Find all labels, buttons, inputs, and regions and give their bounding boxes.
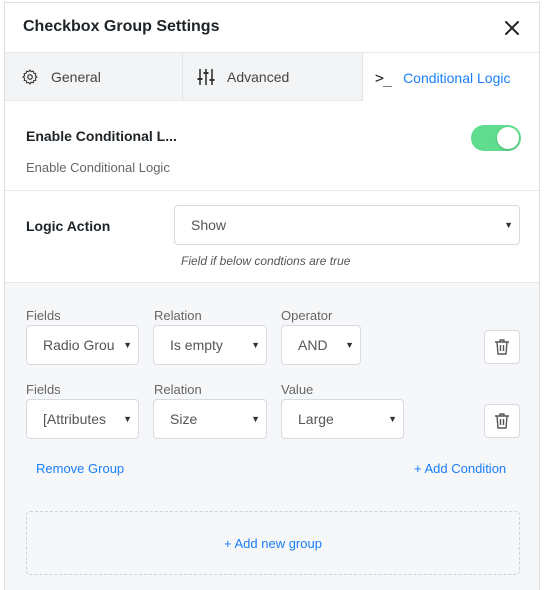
condition-relation-value: Is empty	[170, 337, 223, 353]
condition-field-select[interactable]: Radio Grou ▼	[26, 325, 139, 365]
condition-field-value: [Attributes	[43, 411, 107, 427]
caret-down-icon: ▼	[119, 414, 132, 424]
caret-down-icon: ▼	[247, 340, 260, 350]
tab-general-label: General	[51, 69, 101, 85]
logic-action-select[interactable]: Show ▼	[174, 205, 520, 245]
terminal-icon: >_	[375, 68, 392, 87]
tab-bar: General Advanced >_ Conditional Logic	[5, 53, 539, 102]
tab-general[interactable]: General	[5, 53, 183, 101]
condition-value-label: Value	[281, 382, 314, 397]
condition-relation-label: Relation	[154, 382, 202, 397]
add-new-group-button[interactable]: + Add new group	[26, 511, 520, 575]
caret-down-icon: ▼	[119, 340, 132, 350]
add-new-group-label: + Add new group	[224, 535, 322, 551]
caret-down-icon: ▼	[247, 414, 260, 424]
trash-icon	[495, 339, 509, 355]
logic-action-hint: Field if below condtions are true	[181, 254, 351, 268]
condition-operator-value: AND	[298, 337, 328, 353]
condition-field-label: Fields	[26, 382, 61, 397]
delete-condition-button[interactable]	[484, 404, 520, 438]
tab-advanced[interactable]: Advanced	[183, 53, 363, 101]
toggle-knob	[497, 127, 519, 149]
remove-group-link[interactable]: Remove Group	[36, 461, 124, 476]
tab-conditional-logic[interactable]: >_ Conditional Logic	[363, 53, 539, 102]
enable-conditional-logic-help: Enable Conditional Logic	[26, 160, 170, 175]
tab-conditional-logic-label: Conditional Logic	[403, 69, 511, 86]
enable-conditional-logic-toggle[interactable]	[471, 125, 521, 151]
logic-action-label: Logic Action	[26, 218, 111, 234]
panel-header: Checkbox Group Settings	[5, 3, 539, 53]
close-icon[interactable]	[503, 19, 521, 37]
sliders-icon	[197, 69, 215, 85]
gear-icon	[22, 69, 38, 85]
condition-operator-select[interactable]: AND ▼	[281, 325, 361, 365]
add-condition-link[interactable]: + Add Condition	[414, 461, 506, 476]
condition-relation-select[interactable]: Is empty ▼	[153, 325, 267, 365]
condition-field-value: Radio Grou	[43, 337, 115, 353]
settings-panel: Checkbox Group Settings General Advanced…	[4, 2, 540, 590]
logic-action-section: Logic Action Show ▼ Field if below condt…	[5, 191, 539, 283]
tab-advanced-label: Advanced	[227, 69, 290, 85]
condition-relation-select[interactable]: Size ▼	[153, 399, 267, 439]
panel-title: Checkbox Group Settings	[23, 18, 220, 35]
caret-down-icon: ▼	[341, 340, 354, 350]
condition-value-select[interactable]: Large ▼	[281, 399, 404, 439]
condition-field-label: Fields	[26, 308, 61, 323]
caret-down-icon: ▼	[384, 414, 397, 424]
condition-relation-label: Relation	[154, 308, 202, 323]
enable-conditional-logic-section: Enable Conditional L... Enable Condition…	[5, 101, 539, 191]
delete-condition-button[interactable]	[484, 330, 520, 364]
enable-conditional-logic-label: Enable Conditional L...	[26, 128, 177, 144]
condition-relation-value: Size	[170, 411, 198, 427]
trash-icon	[495, 413, 509, 429]
condition-value-value: Large	[298, 411, 334, 427]
condition-field-select[interactable]: [Attributes ▼	[26, 399, 139, 439]
condition-group: Fields Relation Operator Radio Grou ▼ Is…	[5, 283, 539, 590]
logic-action-value: Show	[191, 217, 227, 233]
caret-down-icon: ▼	[500, 220, 513, 230]
condition-operator-label: Operator	[281, 308, 333, 323]
